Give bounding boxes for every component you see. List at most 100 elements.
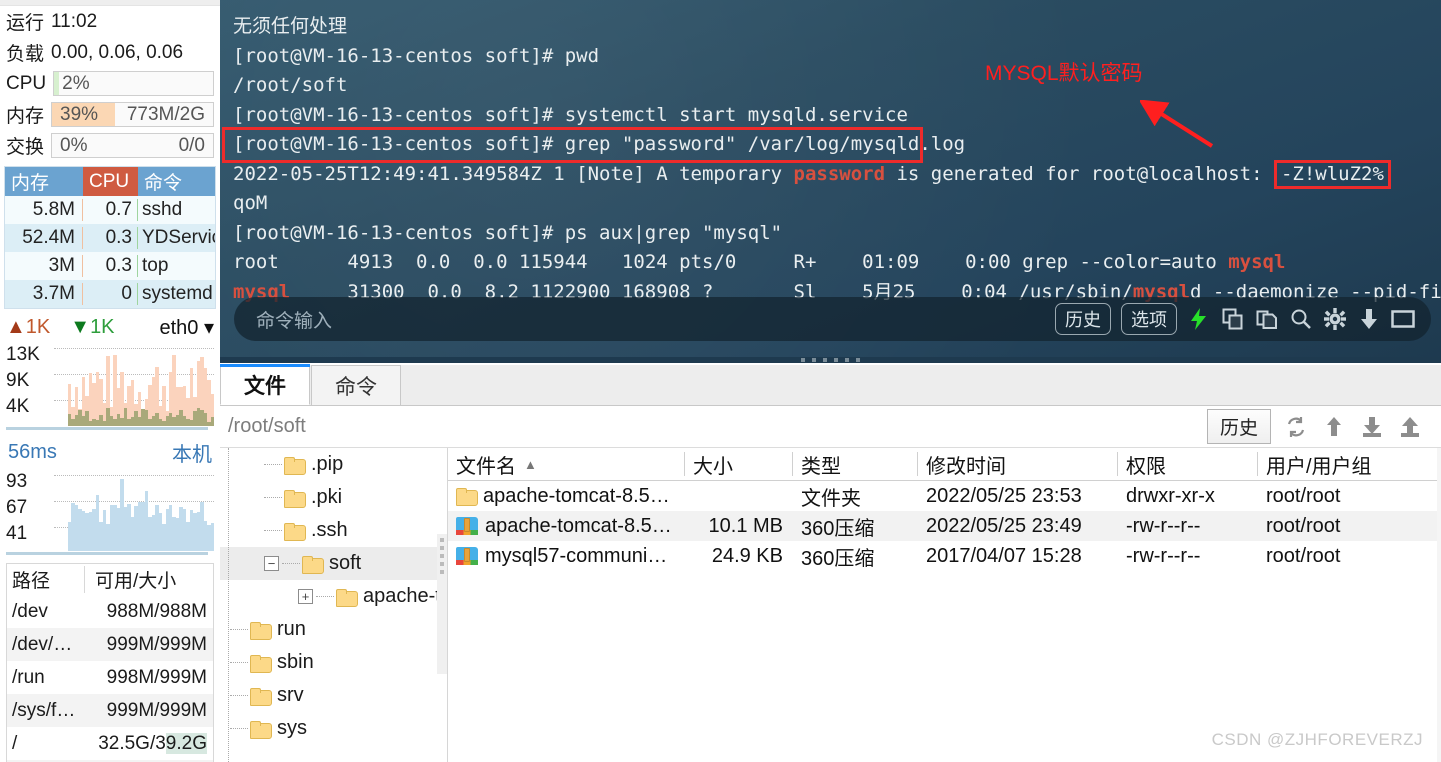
swap-row: 交换 0% 0/0 xyxy=(0,130,220,161)
terminal-panel[interactable]: 无须任何处理 [root@VM-16-13-centos soft]# pwd … xyxy=(220,0,1441,363)
download-icon[interactable] xyxy=(1357,307,1381,331)
watermark: CSDN @ZJHFOREVERZJ xyxy=(1211,730,1423,749)
table-row[interactable]: apache-tomcat-8.5… 10.1 MB 360压缩 2022/05/25… xyxy=(448,511,1441,541)
file-permissions: -rw-r--r-- xyxy=(1126,544,1201,567)
tree-node-label: srv xyxy=(277,684,304,706)
memory-percent: 39% xyxy=(60,103,99,125)
disk-path: / xyxy=(12,732,18,754)
tree-node-run[interactable]: run xyxy=(220,613,447,646)
process-row[interactable]: 3.7M 0 systemd xyxy=(5,280,215,308)
disk-usage: 999M/999M xyxy=(106,633,207,655)
column-owner[interactable]: 用户/用户组 xyxy=(1258,452,1441,478)
file-history-button[interactable]: 历史 xyxy=(1206,409,1271,444)
tree-node-sbin[interactable]: sbin xyxy=(220,646,447,679)
terminal-history-button[interactable]: 历史 xyxy=(1055,303,1111,335)
tree-node-soft[interactable]: − soft xyxy=(220,547,447,580)
process-row[interactable]: 5.8M 0.7 sshd xyxy=(5,196,215,224)
tree-node-apache-t[interactable]: + apache-t xyxy=(220,580,447,613)
process-command: sshd xyxy=(142,199,183,220)
process-row[interactable]: 3M 0.3 top xyxy=(5,252,215,280)
gear-icon[interactable] xyxy=(1323,307,1347,331)
disk-col-usage[interactable]: 可用/大小 xyxy=(85,566,213,593)
file-manager-body: .pip .pki .ssh − soft + apache-t run sbin srv sys … xyxy=(220,448,1441,762)
file-list-scrollbar[interactable] xyxy=(1437,448,1441,762)
path-bar: /root/soft 历史 xyxy=(220,406,1441,448)
terminal-line-1: [root@VM-16-13-centos soft]# pwd xyxy=(233,44,600,67)
process-row[interactable]: 52.4M0.3YDService xyxy=(5,224,215,252)
tree-node-sys[interactable]: sys xyxy=(220,712,447,745)
tree-node-srv[interactable]: srv xyxy=(220,679,447,712)
file-manager-tabs: 文件 命令 xyxy=(220,364,1441,406)
disk-row[interactable]: /dev/… 999M/999M xyxy=(7,628,213,661)
tree-node-dot-pip[interactable]: .pip xyxy=(220,448,447,481)
tree-node-label: run xyxy=(277,618,306,640)
tree-node-label: .ssh xyxy=(311,519,348,541)
command-input-bar[interactable]: 命令输入 历史 选项 xyxy=(234,297,1431,341)
folder-icon xyxy=(302,555,324,574)
paste-icon[interactable] xyxy=(1255,307,1279,331)
disk-row[interactable]: / 32.5G/39.2G xyxy=(7,727,213,760)
terminal-log-line: 2022-05-25T12:49:41.349584Z 1 [Note] A t… xyxy=(220,159,1441,190)
zip-icon xyxy=(456,517,478,535)
directory-tree[interactable]: .pip .pki .ssh − soft + apache-t run sbin srv sys xyxy=(220,448,448,762)
process-col-command[interactable]: 命令 xyxy=(138,167,215,196)
file-owner: root/root xyxy=(1266,544,1341,567)
swap-meter: 0% 0/0 xyxy=(51,133,214,158)
folder-icon xyxy=(284,456,306,475)
column-type[interactable]: 类型 xyxy=(793,452,918,478)
upload-icon[interactable] xyxy=(1397,414,1423,440)
file-name-cell: apache-tomcat-8.5… xyxy=(448,515,685,538)
process-command: YDService xyxy=(142,227,215,248)
tree-expander-icon[interactable]: + xyxy=(298,589,313,604)
terminal-line-0: 无须任何处理 xyxy=(233,15,348,37)
file-list-header: 文件名 ▲ 大小 类型 修改时间 权限 用户/用户组 xyxy=(448,448,1441,481)
load-label: 负载 xyxy=(6,44,45,65)
path-input[interactable]: /root/soft xyxy=(228,415,306,438)
tab-files[interactable]: 文件 xyxy=(220,364,310,405)
tree-node-dot-ssh[interactable]: .ssh xyxy=(220,514,447,547)
network-interface-select[interactable]: eth0 ▾ xyxy=(159,315,214,340)
path-toolbar: 历史 xyxy=(1206,409,1433,444)
window-icon[interactable] xyxy=(1391,307,1415,331)
refresh-icon[interactable] xyxy=(1283,414,1309,440)
tree-node-dot-pki[interactable]: .pki xyxy=(220,481,447,514)
network-graph-axis: 13K 9K 4K xyxy=(6,342,52,420)
column-permissions[interactable]: 权限 xyxy=(1118,452,1258,478)
process-memory: 3M xyxy=(5,255,83,277)
disk-row[interactable]: /dev 988M/988M xyxy=(7,595,213,628)
chevron-down-icon: ▾ xyxy=(203,317,214,339)
terminal-options-button[interactable]: 选项 xyxy=(1121,303,1177,335)
tree-node-label: apache-t xyxy=(363,585,441,607)
process-col-memory[interactable]: 内存 xyxy=(5,167,83,196)
column-modified[interactable]: 修改时间 xyxy=(918,452,1118,478)
ping-graph: 93 67 41 xyxy=(6,469,214,555)
disk-col-path[interactable]: 路径 xyxy=(7,566,85,593)
column-size[interactable]: 大小 xyxy=(685,452,793,478)
table-row[interactable]: apache-tomcat-8.5… 文件夹 2022/05/25 23:53 drw… xyxy=(448,481,1441,511)
disk-row[interactable]: /sys/f… 999M/999M xyxy=(7,694,213,727)
disk-usage: 32.5G/39.2G xyxy=(98,732,207,754)
search-icon[interactable] xyxy=(1289,307,1313,331)
download-icon[interactable] xyxy=(1359,414,1385,440)
disk-row[interactable]: /run 998M/999M xyxy=(7,661,213,694)
network-interface-label: eth0 xyxy=(159,317,199,339)
tree-scrollbar[interactable] xyxy=(437,534,447,674)
file-modified: 2017/04/07 15:28 xyxy=(926,544,1082,567)
file-modified: 2022/05/25 23:53 xyxy=(926,484,1082,507)
log-line-pre: 2022-05-25T12:49:41.349584Z 1 [Note] A t… xyxy=(233,162,794,185)
terminal-line-2: /root/soft xyxy=(233,74,348,96)
memory-label: 内存 xyxy=(6,106,45,127)
file-name-cell: apache-tomcat-8.5… xyxy=(448,485,685,508)
process-memory: 52.4M xyxy=(5,227,83,249)
process-col-cpu[interactable]: CPU xyxy=(83,167,138,196)
copy-icon[interactable] xyxy=(1221,307,1245,331)
up-icon[interactable] xyxy=(1321,414,1347,440)
column-filename[interactable]: 文件名 ▲ xyxy=(448,452,685,478)
table-row[interactable]: mysql57-communi… 24.9 KB 360压缩 2017/04/07 1… xyxy=(448,541,1441,571)
tab-commands[interactable]: 命令 xyxy=(311,365,401,405)
memory-row: 内存 39% 773M/2G xyxy=(0,99,220,130)
tree-expander-icon[interactable]: − xyxy=(264,556,279,571)
lightning-icon[interactable] xyxy=(1187,307,1211,331)
zip-icon xyxy=(456,547,478,565)
command-input-placeholder[interactable]: 命令输入 xyxy=(256,306,332,333)
